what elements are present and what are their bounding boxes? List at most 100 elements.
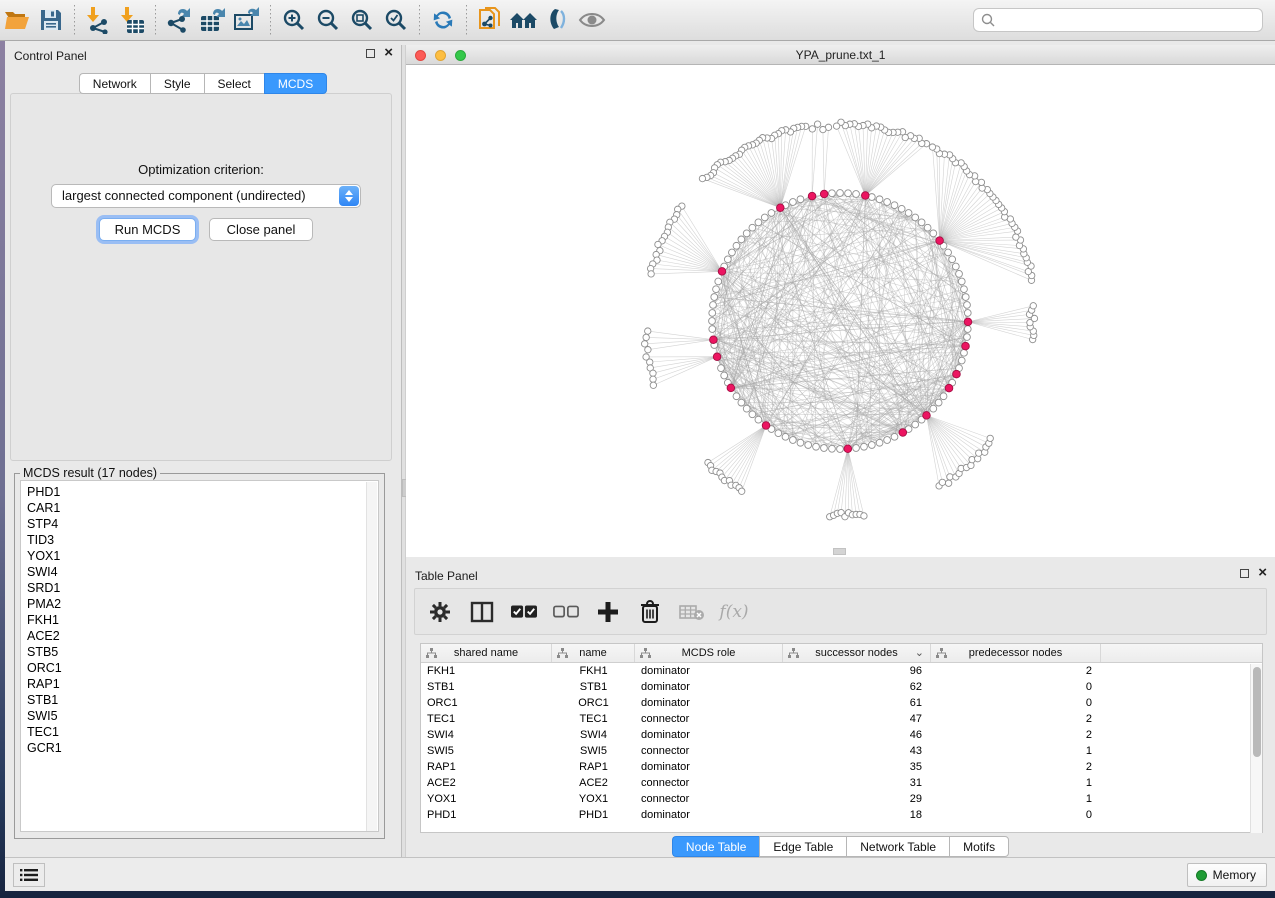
open-file-icon[interactable] (0, 5, 34, 35)
result-list-item[interactable]: GCR1 (27, 740, 378, 756)
table-row[interactable]: FKH1FKH1dominator962 (421, 663, 1262, 679)
result-list-item[interactable]: PMA2 (27, 596, 378, 612)
result-list-item[interactable]: PHD1 (27, 484, 378, 500)
tab-mcds[interactable]: MCDS (264, 73, 327, 94)
table-row[interactable]: TEC1TEC1connector472 (421, 711, 1262, 727)
result-list-item[interactable]: RAP1 (27, 676, 378, 692)
function-builder-icon[interactable]: f(x) (721, 599, 747, 625)
result-list-item[interactable]: CAR1 (27, 500, 378, 516)
close-panel-button[interactable]: Close panel (209, 218, 313, 241)
tab-style[interactable]: Style (150, 73, 204, 94)
result-list-item[interactable]: STB1 (27, 692, 378, 708)
zoom-out-icon[interactable] (311, 5, 345, 35)
column-header-predecessor-nodes[interactable]: predecessor nodes (931, 644, 1101, 662)
toolbar-separator (74, 5, 75, 35)
result-list-item[interactable]: FKH1 (27, 612, 378, 628)
table-panel-tabs: Node TableEdge TableNetwork TableMotifs (406, 836, 1275, 857)
result-list-item[interactable]: TEC1 (27, 724, 378, 740)
tab-network-table[interactable]: Network Table (846, 836, 949, 857)
network-graph[interactable] (406, 65, 1275, 557)
mcds-result-group: MCDS result (17 nodes) PHD1CAR1STP4TID3Y… (14, 466, 385, 839)
refresh-icon[interactable] (426, 5, 460, 35)
export-network-icon[interactable] (162, 5, 196, 35)
table-row[interactable]: ACE2ACE2connector311 (421, 775, 1262, 791)
result-list-item[interactable]: SWI4 (27, 564, 378, 580)
network-window-titlebar[interactable]: YPA_prune.txt_1 (406, 45, 1275, 65)
memory-button[interactable]: Memory (1187, 863, 1267, 887)
result-list-item[interactable]: SRD1 (27, 580, 378, 596)
save-session-icon[interactable] (34, 5, 68, 35)
float-table-panel-icon[interactable] (1240, 569, 1249, 578)
select-all-checkboxes-icon[interactable] (511, 599, 537, 625)
result-list-item[interactable]: STP4 (27, 516, 378, 532)
tab-select[interactable]: Select (204, 73, 264, 94)
table-scrollbar[interactable] (1250, 664, 1262, 833)
close-panel-icon[interactable]: × (384, 48, 393, 58)
table-row[interactable]: YOX1YOX1connector291 (421, 791, 1262, 807)
table-panel-titlebar: Table Panel × (406, 565, 1275, 586)
cell-shared-name: FKH1 (421, 663, 552, 679)
cell-name: PHD1 (552, 807, 635, 823)
table-row[interactable]: SWI5SWI5connector431 (421, 743, 1262, 759)
float-panel-icon[interactable] (366, 49, 375, 58)
tab-node-table[interactable]: Node Table (672, 836, 760, 857)
zoom-in-icon[interactable] (277, 5, 311, 35)
result-list-item[interactable]: ORC1 (27, 660, 378, 676)
export-table-icon[interactable] (196, 5, 230, 35)
zoom-selected-icon[interactable] (379, 5, 413, 35)
add-icon[interactable] (595, 599, 621, 625)
result-list-scrollbar[interactable] (366, 482, 377, 832)
tab-edge-table[interactable]: Edge Table (759, 836, 846, 857)
cell-shared-name: PHD1 (421, 807, 552, 823)
delete-icon[interactable] (637, 599, 663, 625)
clone-network-icon[interactable] (473, 5, 507, 35)
tab-motifs[interactable]: Motifs (949, 836, 1009, 857)
split-columns-icon[interactable] (469, 599, 495, 625)
result-list-item[interactable]: TID3 (27, 532, 378, 548)
cell-shared-name: RAP1 (421, 759, 552, 775)
column-header-shared-name[interactable]: shared name (421, 644, 552, 662)
column-header-name[interactable]: name (552, 644, 635, 662)
table-row[interactable]: PHD1PHD1dominator180 (421, 807, 1262, 823)
search-input[interactable] (973, 8, 1263, 32)
search-icon (981, 13, 995, 32)
cell-predecessor-nodes: 0 (931, 695, 1101, 711)
status-bar: Memory (5, 857, 1275, 891)
toolbar-separator (419, 5, 420, 35)
column-header-mcds-role[interactable]: MCDS role (635, 644, 783, 662)
mcds-result-list[interactable]: PHD1CAR1STP4TID3YOX1SWI4SRD1PMA2FKH1ACE2… (20, 480, 379, 832)
control-panel-titlebar: Control Panel × (5, 45, 401, 67)
import-table-icon[interactable] (115, 5, 149, 35)
tab-network[interactable]: Network (79, 73, 150, 94)
first-neighbors-icon[interactable] (507, 5, 541, 35)
table-row[interactable]: RAP1RAP1dominator352 (421, 759, 1262, 775)
sort-descending-icon[interactable]: ⌄ (915, 646, 924, 659)
close-table-panel-icon[interactable]: × (1258, 568, 1267, 578)
optimization-criterion-select[interactable]: largest connected component (undirected) (51, 184, 361, 208)
import-network-icon[interactable] (81, 5, 115, 35)
result-list-item[interactable]: YOX1 (27, 548, 378, 564)
result-list-item[interactable]: SWI5 (27, 708, 378, 724)
canvas-split-handle[interactable] (833, 548, 846, 555)
run-mcds-button[interactable]: Run MCDS (99, 218, 196, 241)
task-history-button[interactable] (13, 863, 45, 887)
gear-icon[interactable] (427, 599, 453, 625)
zoom-fit-icon[interactable] (345, 5, 379, 35)
table-row[interactable]: ORC1ORC1dominator610 (421, 695, 1262, 711)
cell-name: ORC1 (552, 695, 635, 711)
table-body: FKH1FKH1dominator962STB1STB1dominator620… (421, 663, 1262, 823)
table-row[interactable]: STB1STB1dominator620 (421, 679, 1262, 695)
table-row[interactable]: SWI4SWI4dominator462 (421, 727, 1262, 743)
annotation-marker-icon[interactable] (541, 5, 575, 35)
deselect-checkboxes-icon[interactable] (553, 599, 579, 625)
optimization-criterion-label: Optimization criterion: (11, 162, 391, 177)
result-list-item[interactable]: ACE2 (27, 628, 378, 644)
table-scrollbar-thumb[interactable] (1253, 667, 1261, 757)
network-canvas[interactable] (406, 65, 1275, 557)
column-header-successor-nodes[interactable]: successor nodes ⌄ (783, 644, 931, 662)
result-list-item[interactable]: STB5 (27, 644, 378, 660)
export-image-icon[interactable] (230, 5, 264, 35)
delete-table-icon[interactable] (679, 599, 705, 625)
column-header-label: successor nodes (815, 647, 898, 659)
show-hide-eye-icon[interactable] (575, 5, 609, 35)
